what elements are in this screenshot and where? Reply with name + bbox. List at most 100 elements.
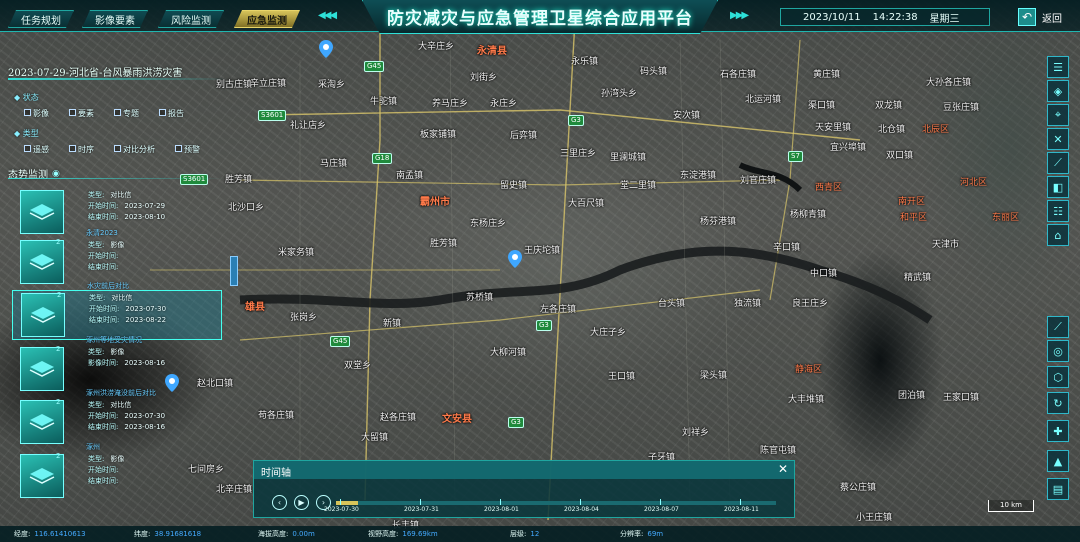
filter-checkbox[interactable]: 遥感 xyxy=(24,144,49,155)
map-place-label: 堂二里镇 xyxy=(620,181,657,191)
monitor-card[interactable]: 2 水灾前后对比 类型: 对比信 开始时间: 2023-07-30 结束时间: 2023-… xyxy=(12,282,222,340)
close-measure-icon[interactable]: ✕ xyxy=(1047,128,1069,150)
title-plate: 防灾减灾与应急管理卫星综合应用平台 xyxy=(362,0,718,34)
filter-checkbox[interactable]: 报告 xyxy=(159,108,184,119)
monitor-card[interactable]: 2 涿州 类型: 影像 开始时间: 结束时间: xyxy=(12,443,224,502)
timeline-tick-label[interactable]: 2023-07-31 xyxy=(404,506,439,513)
play-button[interactable]: ▶ xyxy=(294,495,309,510)
map-place-label: 团泊镇 xyxy=(898,391,926,401)
layer-stack-icon xyxy=(20,400,64,444)
map-place-label: 小王庄镇 xyxy=(856,513,893,523)
cube-icon[interactable]: ⬡ xyxy=(1047,366,1069,388)
layers-icon[interactable]: ◈ xyxy=(1047,80,1069,102)
card-details: 类型: 影像 开始时间: 结束时间: xyxy=(88,240,124,273)
map-place-label: 独流镇 xyxy=(734,299,762,309)
tab-risk-monitoring[interactable]: 风险监测 xyxy=(158,10,224,28)
timeline-tick-label[interactable]: 2023-08-01 xyxy=(484,506,519,513)
map-place-label: 河北区 xyxy=(960,178,988,188)
weekday-text: 星期三 xyxy=(929,13,960,25)
map-place-label: 王口镇 xyxy=(608,372,636,382)
map-place-label: 大庄子乡 xyxy=(590,328,627,338)
map-place-label: 板家铺镇 xyxy=(420,130,457,140)
map-place-label: 大辛庄乡 xyxy=(418,42,455,52)
map-place-label: 大孙各庄镇 xyxy=(926,78,972,88)
split-icon[interactable]: ◧ xyxy=(1047,176,1069,198)
map-place-label: 码头镇 xyxy=(640,67,668,77)
map-place-label: 蔡公庄镇 xyxy=(840,483,877,493)
card-row: 开始时间: 2023-07-29 xyxy=(88,202,166,210)
settings-icon[interactable]: ◉ xyxy=(52,169,60,179)
pin-icon[interactable]: ⌖ xyxy=(1047,104,1069,126)
map-place-label: 南开区 xyxy=(898,197,926,207)
tab-image-elements[interactable]: 影像要素 xyxy=(82,10,148,28)
zoom-level-readout: 层级: 12 xyxy=(510,530,540,538)
map-place-label: 永清县 xyxy=(477,46,507,57)
timeline-tick-label[interactable]: 2023-08-07 xyxy=(644,506,679,513)
map-place-label: 马庄镇 xyxy=(320,159,348,169)
monitor-card[interactable]: 2 涿州洪涝淹没前后对比 类型: 对比信 开始时间: 2023-07-30 结束时间: 2… xyxy=(12,389,224,448)
chart-icon[interactable]: ☷ xyxy=(1047,200,1069,222)
map-place-label: 天安里镇 xyxy=(815,123,852,133)
filter-checkbox[interactable]: 时序 xyxy=(69,144,94,155)
type-filter-group: ◆ 类型 xyxy=(14,128,39,139)
back-button[interactable]: ↶ 返回 xyxy=(1018,7,1062,27)
resolution-readout: 分辨率: 69m xyxy=(620,530,664,538)
filter-checkbox[interactable]: 影像 xyxy=(24,108,49,119)
user-icon[interactable]: ▲ xyxy=(1047,450,1069,472)
filter-checkbox[interactable]: 要素 xyxy=(69,108,94,119)
status-filter-group: ◆ 状态 xyxy=(14,92,39,103)
close-icon[interactable]: ✕ xyxy=(778,462,788,476)
panel-collapse-handle[interactable] xyxy=(230,256,238,286)
road-shield: G3 xyxy=(568,115,584,126)
prev-button[interactable]: ‹ xyxy=(272,495,287,510)
layers-3d-icon[interactable]: ◎ xyxy=(1047,340,1069,362)
timeline-header: 时间轴 ✕ xyxy=(254,461,794,479)
map-place-label: 宜兴埠镇 xyxy=(830,143,867,153)
rotate-icon[interactable]: ↻ xyxy=(1047,392,1069,414)
card-badge: 2 xyxy=(56,398,61,406)
map-place-label: 大丰堆镇 xyxy=(788,395,825,405)
map-place-label: 张岗乡 xyxy=(290,313,318,323)
timeline-track[interactable] xyxy=(336,501,776,505)
map-place-label: 留史镇 xyxy=(500,181,528,191)
measure-icon[interactable]: ⟋ xyxy=(1047,316,1069,338)
location-pin-icon[interactable] xyxy=(319,40,333,58)
road-shield: G45 xyxy=(330,336,351,347)
list-icon[interactable]: ☰ xyxy=(1047,56,1069,78)
map-place-label: 良王庄乡 xyxy=(792,299,829,309)
map-place-label: 北运河镇 xyxy=(745,95,782,105)
map-place-label: 赵各庄镇 xyxy=(380,413,417,423)
map-place-label: 王家口镇 xyxy=(943,393,980,403)
tab-emergency-monitoring[interactable]: 应急监测 xyxy=(234,10,300,28)
filter-checkbox[interactable]: 预警 xyxy=(175,144,200,155)
event-title[interactable]: 2023-07-29-河北省-台风暴雨洪涝灾害 xyxy=(8,64,182,79)
map-place-label: 大留镇 xyxy=(361,433,389,443)
card-row: 类型: 对比信 xyxy=(88,401,132,409)
timeline-tick-mark xyxy=(660,499,661,505)
filter-checkbox[interactable]: 对比分析 xyxy=(114,144,155,155)
tab-task-planning[interactable]: 任务规划 xyxy=(8,10,74,28)
bank-icon[interactable]: ⌂ xyxy=(1047,224,1069,246)
filter-checkbox[interactable]: 专题 xyxy=(114,108,139,119)
pin-map-icon[interactable]: ✚ xyxy=(1047,420,1069,442)
ruler-icon[interactable]: ⟋ xyxy=(1047,152,1069,174)
card-row: 类型: 影像 xyxy=(88,348,125,356)
card-row: 类型: 对比信 xyxy=(89,294,133,302)
filter-group-label: ◆ 状态 xyxy=(14,93,39,102)
road-shield: S3601 xyxy=(180,174,209,185)
altitude-readout: 海拔高度: 0.00m xyxy=(258,530,315,538)
data-icon[interactable]: ▤ xyxy=(1047,478,1069,500)
map-place-label: 北沙口乡 xyxy=(228,203,265,213)
location-pin-icon[interactable] xyxy=(508,250,522,268)
timeline-tick-label[interactable]: 2023-08-11 xyxy=(724,506,759,513)
map-place-label: 南孟镇 xyxy=(396,171,424,181)
timeline-tick-label[interactable]: 2023-07-30 xyxy=(324,506,359,513)
back-label: 返回 xyxy=(1042,13,1062,25)
map-place-label: 安次镇 xyxy=(673,111,701,121)
timeline-tick-label[interactable]: 2023-08-04 xyxy=(564,506,599,513)
monitor-card[interactable]: 类型: 对比信 开始时间: 2023-07-29 结束时间: 2023-08-10 xyxy=(12,188,224,238)
card-row: 类型: 影像 xyxy=(88,241,125,249)
longitude-readout: 经度: 116.61410613 xyxy=(14,530,86,538)
map-place-label: 刘街乡 xyxy=(470,73,498,83)
map-place-label: 新镇 xyxy=(383,319,402,329)
